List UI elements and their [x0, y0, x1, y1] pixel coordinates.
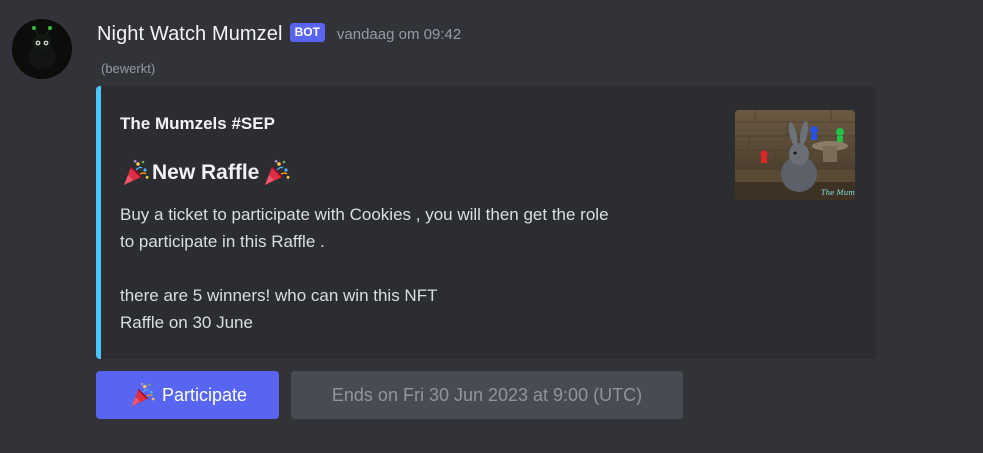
raffle-embed: The Mumzels #SEP New Raffle Buy a ticket…	[96, 86, 876, 359]
message-timestamp[interactable]: vandaag om 09:42	[337, 26, 461, 43]
bot-badge: BOT	[289, 22, 325, 42]
message-header: Night Watch Mumzel BOT vandaag om 09:42	[97, 19, 461, 49]
embed-title: New Raffle	[120, 158, 291, 188]
username[interactable]: Night Watch Mumzel	[97, 23, 283, 46]
edited-label: (bewerkt)	[101, 61, 156, 76]
description-line: Buy a ticket to participate with Cookies…	[120, 205, 609, 224]
party-popper-icon	[120, 158, 150, 188]
embed-title-text: New Raffle	[152, 161, 260, 184]
avatar[interactable]	[12, 19, 72, 79]
ends-on-button: Ends on Fri 30 Jun 2023 at 9:00 (UTC)	[291, 371, 683, 419]
mumzel-avatar-icon	[12, 19, 72, 79]
embed-author: The Mumzels #SEP	[120, 114, 275, 133]
participate-button[interactable]: Participate	[96, 371, 279, 419]
description-line: to participate in this Raffle .	[120, 232, 325, 251]
embed-description: Buy a ticket to participate with Cookies…	[120, 201, 720, 336]
description-line: Raffle on 30 June	[120, 313, 253, 332]
party-popper-icon	[128, 381, 156, 409]
rabbit-nft-image-icon: The Mumzels	[735, 110, 855, 200]
thumbnail-caption: The Mumzels	[821, 189, 855, 197]
party-popper-icon	[261, 158, 291, 188]
ends-on-label: Ends on Fri 30 Jun 2023 at 9:00 (UTC)	[331, 384, 643, 405]
embed-thumbnail[interactable]: The Mumzels	[735, 110, 855, 200]
description-line: there are 5 winners! who can win this NF…	[120, 286, 438, 305]
participate-label: Participate	[161, 384, 248, 405]
